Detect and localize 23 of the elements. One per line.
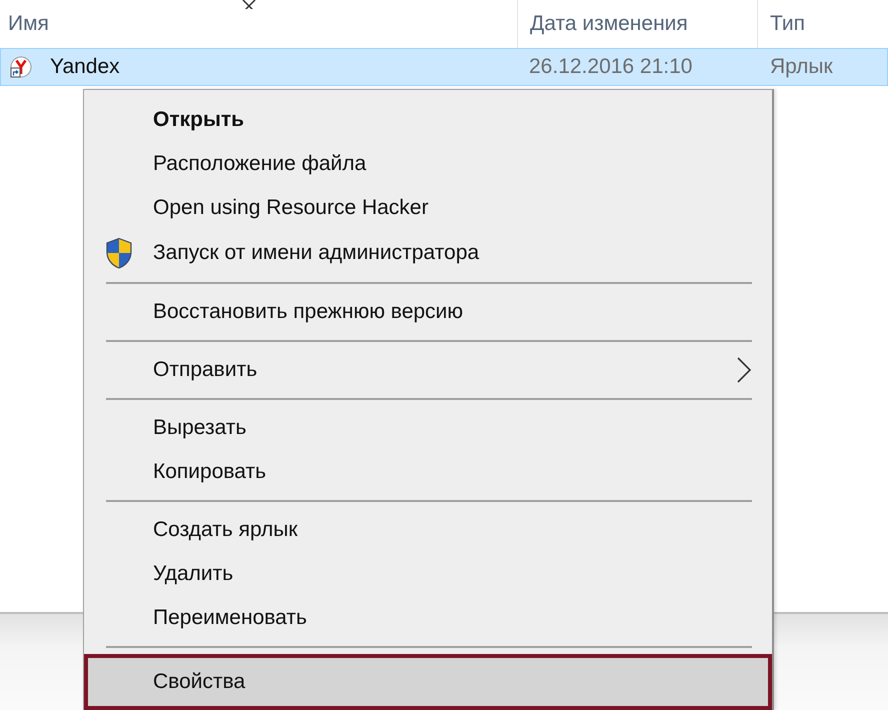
menu-item[interactable]: Открыть: [84, 98, 772, 142]
menu-item[interactable]: Вырезать: [84, 406, 772, 450]
menu-item[interactable]: Open using Resource Hacker: [84, 186, 772, 230]
type-column-header[interactable]: Тип: [770, 8, 806, 40]
menu-item[interactable]: Отправить: [84, 348, 772, 392]
menu-item[interactable]: Переименовать: [84, 596, 772, 640]
file-name: Yandex: [50, 54, 120, 80]
shortcut-icon: [10, 56, 32, 78]
file-row[interactable]: Yandex 26.12.2016 21:10 Ярлык: [0, 48, 888, 86]
menu-item[interactable]: Создать ярлык: [84, 508, 772, 552]
menu-item[interactable]: Расположение файла: [84, 142, 772, 186]
file-type: Ярлык: [769, 54, 833, 80]
menu-item[interactable]: Удалить: [84, 552, 772, 596]
menu-item[interactable]: Копировать: [84, 450, 772, 494]
date-column-header[interactable]: Дата изменения: [530, 8, 688, 40]
menu-item[interactable]: Восстановить прежнюю версию: [84, 290, 772, 334]
x-mark-icon: [240, 0, 257, 9]
chevron-right-icon: [736, 356, 752, 384]
file-date: 26.12.2016 21:10: [528, 54, 694, 80]
menu-item[interactable]: Запуск от имени администратора: [84, 230, 772, 276]
shield-icon: [105, 237, 133, 269]
name-column-header[interactable]: Имя: [8, 8, 49, 40]
menu-item[interactable]: Свойства: [84, 654, 772, 710]
